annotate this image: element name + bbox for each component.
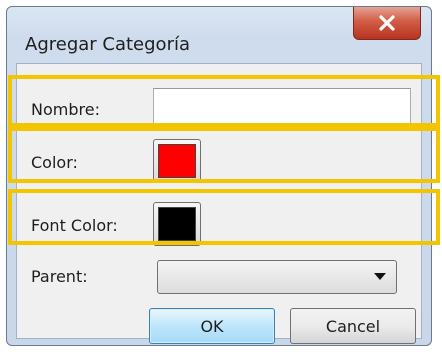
close-button[interactable] (353, 7, 421, 40)
parent-dropdown[interactable] (157, 260, 397, 294)
nombre-label: Nombre: (31, 100, 100, 119)
font-color-picker-button[interactable] (153, 202, 201, 246)
font-color-swatch (158, 207, 196, 241)
parent-label: Parent: (31, 267, 88, 286)
dialog-content: Nombre: Color: Font Color: Parent: OK Ca… (16, 63, 422, 344)
close-icon (379, 14, 395, 31)
ok-button[interactable]: OK (149, 308, 275, 344)
chevron-down-icon (374, 273, 386, 280)
nombre-input[interactable] (153, 88, 411, 124)
font-color-label: Font Color: (31, 216, 118, 235)
dialog-title: Agregar Categoría (25, 34, 190, 55)
color-swatch (158, 144, 196, 178)
dialog-window: Agregar Categoría Nombre: Color: Font Co… (6, 6, 432, 346)
cancel-button[interactable]: Cancel (290, 308, 416, 344)
color-picker-button[interactable] (153, 139, 201, 183)
title-bar: Agregar Categoría (7, 7, 431, 63)
color-label: Color: (31, 153, 78, 172)
